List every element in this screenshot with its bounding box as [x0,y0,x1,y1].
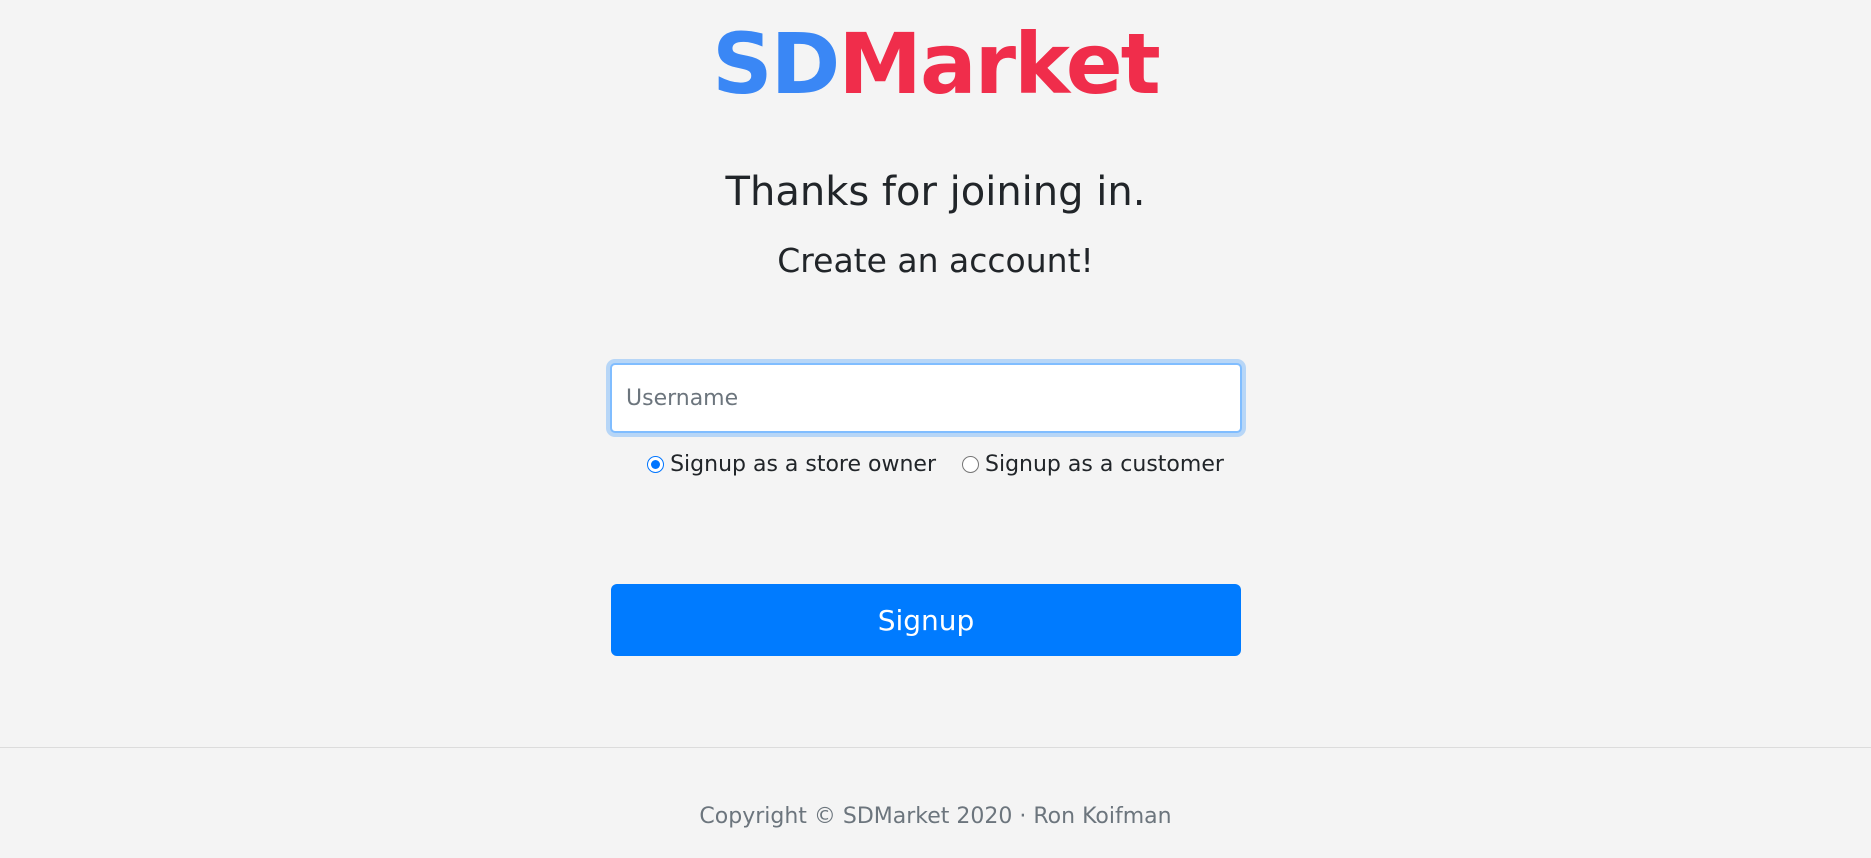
page-subtitle: Create an account! [777,241,1094,280]
radio-customer[interactable]: Signup as a customer [962,452,1224,477]
logo-sd: SD [712,15,840,113]
radio-button-unchecked[interactable] [962,456,979,473]
radio-customer-label: Signup as a customer [985,452,1224,477]
footer-copyright: Copyright © SDMarket 2020 · Ron Koifman [699,804,1172,829]
footer-divider [0,747,1871,748]
page-title: Thanks for joining in. [725,169,1146,215]
signup-page: SDMarket Thanks for joining in. Create a… [0,0,1871,858]
radio-store-owner-label: Signup as a store owner [670,452,936,477]
signup-button[interactable]: Signup [611,584,1241,656]
sdmarket-logo: SDMarket [0,14,1871,114]
logo-market: Market [838,15,1160,113]
radio-store-owner[interactable]: Signup as a store owner [647,452,936,477]
username-input[interactable] [610,363,1242,433]
account-type-radio-group: Signup as a store owner Signup as a cust… [0,452,1871,477]
radio-button-checked[interactable] [647,456,665,473]
